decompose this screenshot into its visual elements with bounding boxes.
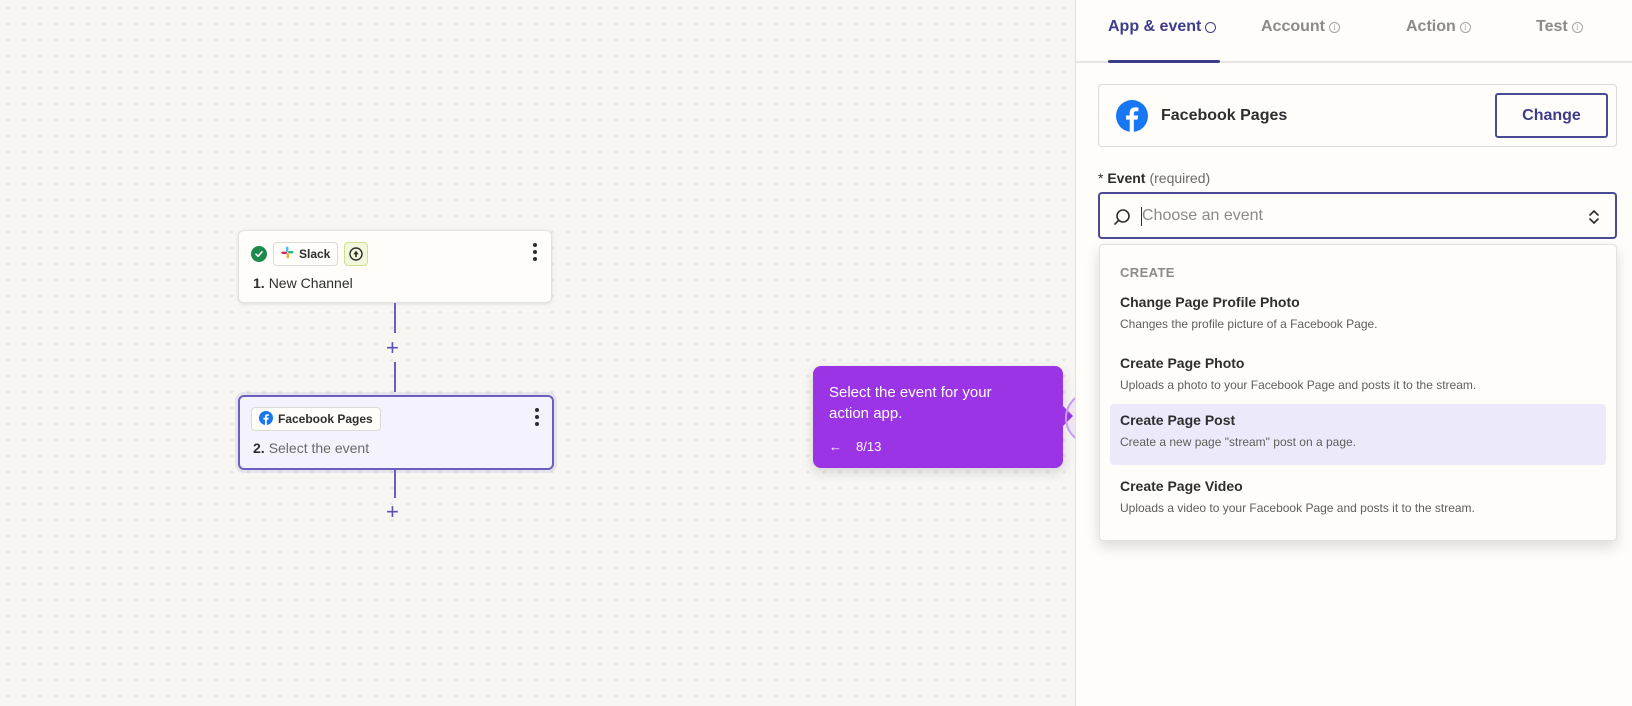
event-option-title: Create Page Video bbox=[1120, 478, 1243, 494]
event-option-description: Create a new page "stream" post on a pag… bbox=[1120, 435, 1356, 449]
event-search-input[interactable] bbox=[1142, 202, 1562, 230]
workflow-canvas[interactable]: Slack 1. New Channel + Facebook Pages 2. S… bbox=[0, 0, 1075, 706]
check-circle-icon bbox=[251, 246, 267, 262]
trigger-icon bbox=[344, 242, 369, 266]
connector-line bbox=[394, 362, 396, 392]
event-option-description: Uploads a video to your Facebook Page an… bbox=[1120, 501, 1475, 515]
arrow-left-icon[interactable]: ← bbox=[829, 439, 842, 454]
connector-line bbox=[394, 303, 396, 333]
info-icon: i bbox=[1459, 21, 1471, 33]
info-icon: i bbox=[1329, 21, 1340, 33]
kebab-menu-icon[interactable] bbox=[533, 408, 541, 426]
tab-app-event[interactable]: App & event bbox=[1108, 18, 1217, 36]
event-option-title: Change Page Profile Photo bbox=[1120, 294, 1300, 310]
add-step-button[interactable]: + bbox=[386, 337, 399, 359]
event-option[interactable]: Create Page Photo Uploads a photo to you… bbox=[1110, 347, 1606, 407]
tooltip-footer: ← 8/13 bbox=[829, 439, 881, 454]
event-option[interactable]: Create Page Video Uploads a video to you… bbox=[1110, 470, 1606, 530]
app-chip-facebook: Facebook Pages bbox=[251, 407, 381, 431]
dropdown-group-label: CREATE bbox=[1120, 265, 1175, 280]
step-header: Slack bbox=[251, 242, 369, 266]
search-icon bbox=[1112, 207, 1132, 232]
chevron-updown-icon[interactable] bbox=[1587, 207, 1601, 232]
info-icon bbox=[1205, 21, 1217, 33]
app-chip-slack: Slack bbox=[273, 242, 339, 266]
tooltip-text: Select the event for your action app. bbox=[829, 384, 992, 422]
facebook-icon bbox=[259, 410, 273, 428]
selected-app-box: Facebook Pages Change bbox=[1098, 84, 1617, 147]
info-icon: i bbox=[1571, 21, 1583, 33]
tab-account[interactable]: Account i bbox=[1261, 18, 1340, 36]
step-header: Facebook Pages bbox=[251, 407, 381, 431]
facebook-icon bbox=[1116, 100, 1148, 137]
walkthrough-tooltip: Select the event for your action app. ← … bbox=[813, 366, 1073, 468]
kebab-menu-icon[interactable] bbox=[531, 243, 539, 261]
tab-action[interactable]: Action i bbox=[1406, 18, 1471, 36]
step-title: 1. New Channel bbox=[253, 275, 353, 291]
event-option[interactable]: Change Page Profile Photo Changes the pr… bbox=[1110, 286, 1606, 346]
add-step-button[interactable]: + bbox=[386, 501, 399, 523]
event-option-title: Create Page Post bbox=[1120, 412, 1236, 428]
step-card-1[interactable]: Slack 1. New Channel bbox=[238, 230, 552, 303]
connector-line bbox=[394, 470, 396, 498]
step-card-2[interactable]: Facebook Pages 2. Select the event bbox=[238, 395, 554, 470]
slack-icon bbox=[281, 246, 294, 262]
event-select[interactable] bbox=[1098, 192, 1617, 239]
step-config-panel: App & event Account i Action i Test i Fa… bbox=[1075, 0, 1632, 706]
app-chip-label: Facebook Pages bbox=[278, 412, 373, 426]
active-tab-indicator bbox=[1108, 60, 1220, 63]
event-field-label: * Event (required) bbox=[1098, 170, 1211, 186]
event-option-description: Changes the profile picture of a Faceboo… bbox=[1120, 317, 1378, 331]
change-app-button[interactable]: Change bbox=[1495, 93, 1608, 138]
selected-app-name: Facebook Pages bbox=[1161, 107, 1288, 124]
step-title: 2. Select the event bbox=[253, 440, 370, 456]
tab-test[interactable]: Test i bbox=[1536, 18, 1583, 36]
tooltip-progress: 8/13 bbox=[856, 439, 882, 454]
event-dropdown: CREATE Change Page Profile Photo Changes… bbox=[1099, 244, 1617, 541]
event-option-description: Uploads a photo to your Facebook Page an… bbox=[1120, 378, 1477, 392]
event-option-highlighted[interactable]: Create Page Post Create a new page "stre… bbox=[1110, 404, 1606, 465]
event-option-title: Create Page Photo bbox=[1120, 355, 1245, 371]
app-chip-label: Slack bbox=[299, 247, 331, 261]
panel-tabs: App & event Account i Action i Test i bbox=[1076, 0, 1632, 63]
